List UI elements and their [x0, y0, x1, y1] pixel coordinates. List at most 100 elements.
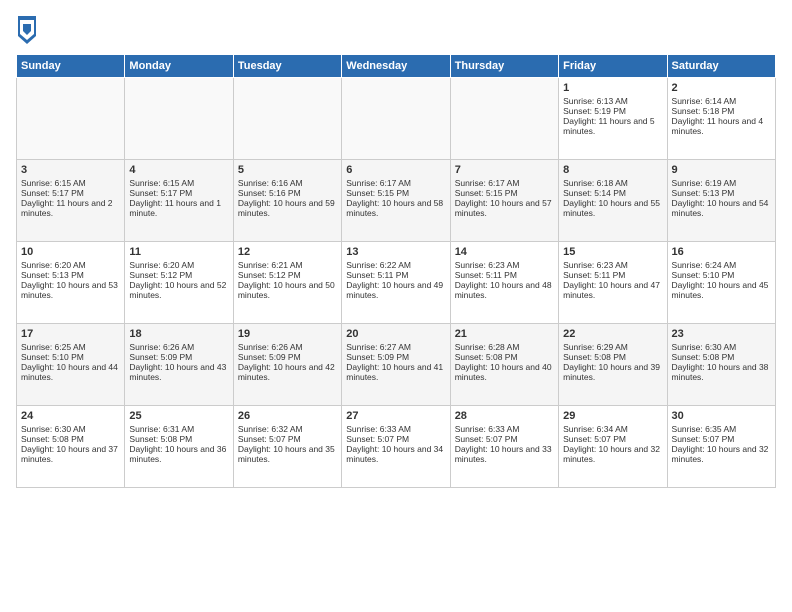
week-row-5: 24Sunrise: 6:30 AMSunset: 5:08 PMDayligh… [17, 406, 776, 488]
day-info: Sunset: 5:15 PM [346, 188, 445, 198]
day-number: 13 [346, 246, 445, 258]
weekday-header-wednesday: Wednesday [342, 55, 450, 78]
day-info: Daylight: 11 hours and 4 minutes. [672, 116, 771, 136]
day-number: 21 [455, 328, 554, 340]
calendar-cell [450, 78, 558, 160]
day-info: Sunrise: 6:20 AM [21, 260, 120, 270]
day-info: Daylight: 10 hours and 53 minutes. [21, 280, 120, 300]
day-number: 18 [129, 328, 228, 340]
day-info: Daylight: 10 hours and 57 minutes. [455, 198, 554, 218]
day-info: Sunset: 5:10 PM [21, 352, 120, 362]
day-info: Sunrise: 6:14 AM [672, 96, 771, 106]
page: SundayMondayTuesdayWednesdayThursdayFrid… [0, 0, 792, 612]
day-info: Daylight: 10 hours and 43 minutes. [129, 362, 228, 382]
day-info: Daylight: 10 hours and 37 minutes. [21, 444, 120, 464]
calendar-cell [233, 78, 341, 160]
day-number: 22 [563, 328, 662, 340]
day-number: 2 [672, 82, 771, 94]
calendar-cell: 9Sunrise: 6:19 AMSunset: 5:13 PMDaylight… [667, 160, 775, 242]
day-info: Sunset: 5:19 PM [563, 106, 662, 116]
generalblue-logo-icon [18, 16, 36, 44]
calendar-cell: 24Sunrise: 6:30 AMSunset: 5:08 PMDayligh… [17, 406, 125, 488]
day-info: Daylight: 10 hours and 47 minutes. [563, 280, 662, 300]
day-info: Sunrise: 6:31 AM [129, 424, 228, 434]
day-number: 17 [21, 328, 120, 340]
calendar-cell: 4Sunrise: 6:15 AMSunset: 5:17 PMDaylight… [125, 160, 233, 242]
week-row-3: 10Sunrise: 6:20 AMSunset: 5:13 PMDayligh… [17, 242, 776, 324]
day-info: Sunset: 5:07 PM [455, 434, 554, 444]
day-info: Sunrise: 6:15 AM [129, 178, 228, 188]
day-number: 20 [346, 328, 445, 340]
day-info: Sunrise: 6:29 AM [563, 342, 662, 352]
day-info: Daylight: 10 hours and 40 minutes. [455, 362, 554, 382]
calendar-cell: 29Sunrise: 6:34 AMSunset: 5:07 PMDayligh… [559, 406, 667, 488]
calendar-cell [125, 78, 233, 160]
day-number: 24 [21, 410, 120, 422]
calendar-cell: 22 Sunrise: 6:29 AMSunset: 5:08 PMDayligh… [559, 324, 667, 406]
day-info: Daylight: 10 hours and 55 minutes. [563, 198, 662, 218]
day-number: 19 [238, 328, 337, 340]
calendar-cell: 14Sunrise: 6:23 AMSunset: 5:11 PMDayligh… [450, 242, 558, 324]
day-info: Sunrise: 6:28 AM [455, 342, 554, 352]
day-info: Sunrise: 6:20 AM [129, 260, 228, 270]
day-info: Sunset: 5:15 PM [455, 188, 554, 198]
calendar-cell: 3Sunrise: 6:15 AMSunset: 5:17 PMDaylight… [17, 160, 125, 242]
weekday-header-monday: Monday [125, 55, 233, 78]
calendar-cell: 10Sunrise: 6:20 AMSunset: 5:13 PMDayligh… [17, 242, 125, 324]
day-info: Sunrise: 6:19 AM [672, 178, 771, 188]
day-info: Sunrise: 6:22 AM [346, 260, 445, 270]
calendar-cell: 20Sunrise: 6:27 AMSunset: 5:09 PMDayligh… [342, 324, 450, 406]
calendar-cell: 13Sunrise: 6:22 AMSunset: 5:11 PMDayligh… [342, 242, 450, 324]
day-info: Daylight: 10 hours and 50 minutes. [238, 280, 337, 300]
day-number: 11 [129, 246, 228, 258]
calendar-cell [17, 78, 125, 160]
calendar-cell [342, 78, 450, 160]
day-info: Sunrise: 6:27 AM [346, 342, 445, 352]
day-info: Daylight: 10 hours and 38 minutes. [672, 362, 771, 382]
weekday-header-friday: Friday [559, 55, 667, 78]
weekday-header-tuesday: Tuesday [233, 55, 341, 78]
week-row-2: 3Sunrise: 6:15 AMSunset: 5:17 PMDaylight… [17, 160, 776, 242]
day-info: Sunrise: 6:33 AM [346, 424, 445, 434]
day-info: Sunset: 5:10 PM [672, 270, 771, 280]
calendar-cell: 12Sunrise: 6:21 AMSunset: 5:12 PMDayligh… [233, 242, 341, 324]
day-info: Daylight: 10 hours and 58 minutes. [346, 198, 445, 218]
day-info: Sunset: 5:08 PM [563, 352, 662, 362]
weekday-header-row: SundayMondayTuesdayWednesdayThursdayFrid… [17, 55, 776, 78]
day-number: 15 [563, 246, 662, 258]
calendar-cell: 19Sunrise: 6:26 AMSunset: 5:09 PMDayligh… [233, 324, 341, 406]
day-info: Sunset: 5:17 PM [129, 188, 228, 198]
logo [16, 16, 38, 44]
day-info: Daylight: 11 hours and 5 minutes. [563, 116, 662, 136]
day-info: Sunrise: 6:15 AM [21, 178, 120, 188]
day-number: 28 [455, 410, 554, 422]
day-info: Sunrise: 6:17 AM [346, 178, 445, 188]
calendar-cell: 1Sunrise: 6:13 AMSunset: 5:19 PMDaylight… [559, 78, 667, 160]
weekday-header-sunday: Sunday [17, 55, 125, 78]
day-info: Sunset: 5:13 PM [21, 270, 120, 280]
day-info: Daylight: 10 hours and 59 minutes. [238, 198, 337, 218]
calendar-cell: 5Sunrise: 6:16 AMSunset: 5:16 PMDaylight… [233, 160, 341, 242]
day-number: 27 [346, 410, 445, 422]
day-info: Sunset: 5:16 PM [238, 188, 337, 198]
day-info: Sunset: 5:13 PM [672, 188, 771, 198]
day-info: Daylight: 10 hours and 39 minutes. [563, 362, 662, 382]
day-info: Daylight: 10 hours and 34 minutes. [346, 444, 445, 464]
day-number: 25 [129, 410, 228, 422]
day-info: Daylight: 10 hours and 32 minutes. [563, 444, 662, 464]
day-info: Sunrise: 6:21 AM [238, 260, 337, 270]
day-number: 4 [129, 164, 228, 176]
day-info: Sunset: 5:08 PM [21, 434, 120, 444]
calendar-cell: 17Sunrise: 6:25 AMSunset: 5:10 PMDayligh… [17, 324, 125, 406]
day-info: Sunrise: 6:18 AM [563, 178, 662, 188]
day-info: Sunset: 5:08 PM [672, 352, 771, 362]
day-number: 30 [672, 410, 771, 422]
day-info: Daylight: 10 hours and 52 minutes. [129, 280, 228, 300]
day-info: Sunrise: 6:34 AM [563, 424, 662, 434]
calendar-cell: 18Sunrise: 6:26 AMSunset: 5:09 PMDayligh… [125, 324, 233, 406]
day-info: Sunrise: 6:30 AM [672, 342, 771, 352]
day-info: Sunset: 5:07 PM [238, 434, 337, 444]
calendar-cell: 21Sunrise: 6:28 AMSunset: 5:08 PMDayligh… [450, 324, 558, 406]
weekday-header-saturday: Saturday [667, 55, 775, 78]
day-number: 12 [238, 246, 337, 258]
